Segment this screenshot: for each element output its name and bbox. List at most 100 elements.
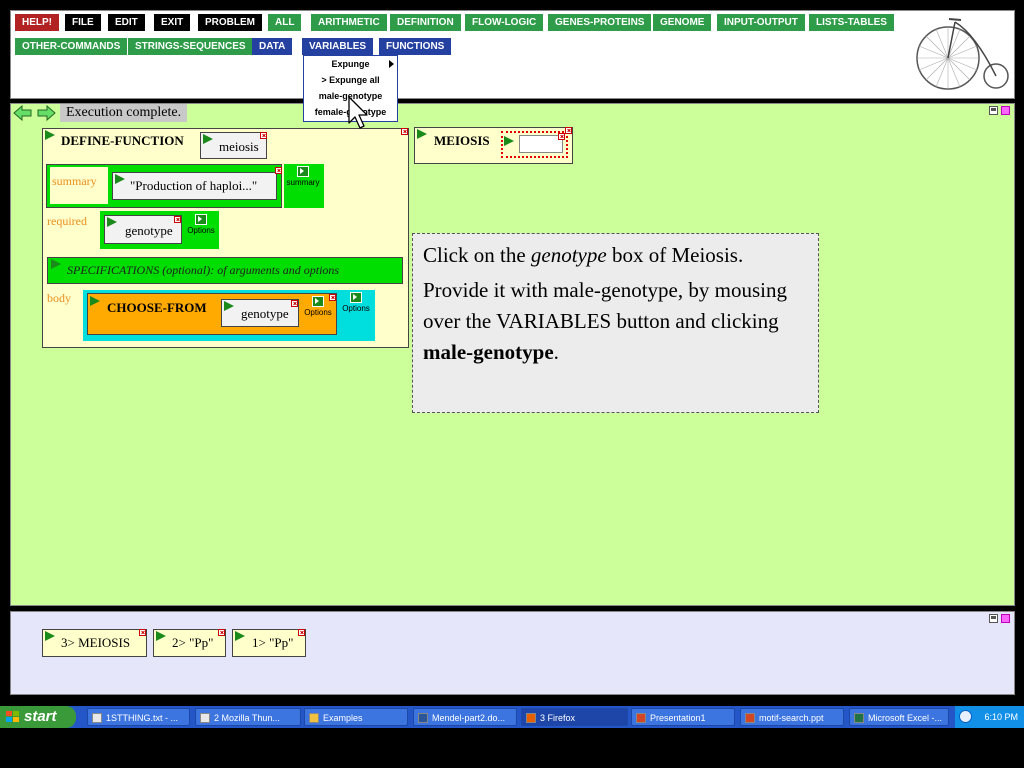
- summary-button[interactable]: summary: [285, 166, 321, 187]
- body-label: body: [47, 291, 71, 305]
- instruction-paragraph: Provide it with male-genotype, by mousin…: [423, 275, 808, 368]
- instruction-box: Click on the genotype box of Meiosis. Pr…: [412, 233, 819, 413]
- arrow-right-icon: [297, 166, 309, 177]
- back-arrow-icon[interactable]: [13, 105, 32, 121]
- options-button[interactable]: Options: [185, 214, 217, 235]
- summary-value: "Production of haploi...": [130, 178, 258, 193]
- flag-icon[interactable]: [504, 136, 514, 146]
- close-icon[interactable]: [1001, 614, 1010, 623]
- strings-sequences-button[interactable]: STRINGS-SEQUENCES: [128, 38, 253, 55]
- edit-button[interactable]: EDIT: [108, 14, 145, 31]
- choose-from-keyword: CHOOSE-FROM: [107, 300, 207, 315]
- taskbar-item[interactable]: Mendel-part2.do...: [413, 708, 517, 726]
- arrow-right-icon: [195, 214, 207, 225]
- menu-item-expunge[interactable]: Expunge: [304, 56, 397, 72]
- menu-item-label: Expunge: [331, 59, 370, 69]
- navigation-arrows: [13, 105, 56, 121]
- flag-icon[interactable]: [45, 631, 55, 641]
- delete-icon[interactable]: [260, 132, 267, 139]
- variables-button[interactable]: VARIABLES: [302, 38, 374, 55]
- start-button[interactable]: start: [0, 706, 76, 728]
- flag-icon[interactable]: [224, 301, 234, 311]
- menu-item-expunge-all[interactable]: > Expunge all: [304, 72, 397, 88]
- history-item-label: 1> "Pp": [252, 635, 294, 650]
- lists-tables-button[interactable]: LISTS-TABLES: [809, 14, 894, 31]
- powerpoint-icon: [636, 713, 646, 723]
- delete-icon[interactable]: [401, 128, 408, 135]
- history-item-label: 2> "Pp": [172, 635, 214, 650]
- taskbar-item[interactable]: motif-search.ppt: [740, 708, 844, 726]
- options-label: Options: [342, 304, 370, 313]
- flow-logic-button[interactable]: FLOW-LOGIC: [465, 14, 544, 31]
- data-button[interactable]: DATA: [252, 38, 293, 55]
- taskbar-item[interactable]: 2 Mozilla Thun...: [195, 708, 301, 726]
- taskbar-item-label: Examples: [323, 713, 363, 723]
- delete-icon[interactable]: [298, 629, 305, 636]
- delete-icon[interactable]: [275, 167, 282, 174]
- execute-flag-icon[interactable]: [45, 130, 55, 140]
- genome-button[interactable]: GENOME: [653, 14, 712, 31]
- flag-icon[interactable]: [156, 631, 166, 641]
- notepad-icon: [92, 713, 102, 723]
- taskbar-item[interactable]: 1STTHING.txt - ...: [87, 708, 190, 726]
- menu-item-label: > Expunge all: [321, 75, 380, 85]
- function-name: meiosis: [219, 139, 259, 154]
- options-label: Options: [187, 226, 215, 235]
- close-icon[interactable]: [1001, 106, 1010, 115]
- options-label: Options: [304, 308, 332, 317]
- genes-proteins-button[interactable]: GENES-PROTEINS: [548, 14, 652, 31]
- define-function-keyword: DEFINE-FUNCTION: [61, 133, 184, 148]
- functions-button[interactable]: FUNCTIONS: [379, 38, 452, 55]
- flag-icon[interactable]: [115, 174, 125, 184]
- delete-icon[interactable]: [174, 216, 181, 223]
- taskbar-item-label: Presentation1: [650, 713, 706, 723]
- excel-icon: [854, 713, 864, 723]
- taskbar-item[interactable]: Examples: [304, 708, 408, 726]
- thunderbird-icon: [200, 713, 210, 723]
- taskbar-item[interactable]: Presentation1: [631, 708, 735, 726]
- powerpoint-icon: [745, 713, 755, 723]
- forward-arrow-icon[interactable]: [37, 105, 56, 121]
- taskbar-item[interactable]: Microsoft Excel -...: [849, 708, 949, 726]
- file-button[interactable]: FILE: [65, 14, 101, 31]
- flag-icon[interactable]: [203, 134, 213, 144]
- firefox-icon: [526, 713, 536, 723]
- flag-icon[interactable]: [235, 631, 245, 641]
- flag-icon[interactable]: [107, 217, 117, 227]
- word-icon: [418, 713, 428, 723]
- arrow-right-icon: [312, 296, 324, 307]
- all-button[interactable]: ALL: [268, 14, 302, 31]
- input-output-button[interactable]: INPUT-OUTPUT: [717, 14, 805, 31]
- submenu-arrow-icon: [389, 60, 394, 68]
- delete-icon[interactable]: [565, 127, 572, 134]
- delete-icon[interactable]: [558, 133, 565, 140]
- system-tray: 6:10 PM: [955, 706, 1024, 728]
- mouse-cursor-icon: [348, 96, 368, 129]
- definition-button[interactable]: DEFINITION: [390, 14, 461, 31]
- instruction-paragraph: Click on the genotype box of Meiosis.: [423, 240, 808, 271]
- flag-icon[interactable]: [51, 259, 61, 269]
- maximize-icon[interactable]: [989, 106, 998, 115]
- summary-label: summary: [52, 174, 97, 188]
- options-button[interactable]: Options: [340, 292, 372, 313]
- tray-expand-icon[interactable]: [959, 710, 972, 723]
- problem-button[interactable]: PROBLEM: [198, 14, 262, 31]
- delete-icon[interactable]: [291, 300, 298, 307]
- taskbar-item-label: Microsoft Excel -...: [868, 713, 943, 723]
- status-message: Execution complete.: [60, 104, 188, 122]
- delete-icon[interactable]: [218, 629, 225, 636]
- history-item-label: 3> MEIOSIS: [61, 635, 131, 650]
- exit-button[interactable]: EXIT: [154, 14, 191, 31]
- flag-icon[interactable]: [90, 296, 100, 306]
- taskbar-item[interactable]: 3 Firefox: [521, 708, 628, 726]
- help-button[interactable]: HELP!: [15, 14, 59, 31]
- delete-icon[interactable]: [139, 629, 146, 636]
- options-button[interactable]: Options: [302, 296, 334, 317]
- other-commands-button[interactable]: OTHER-COMMANDS: [15, 38, 128, 55]
- instruction-text: box of Meiosis.: [606, 243, 744, 267]
- flag-icon[interactable]: [417, 129, 427, 139]
- arithmetic-button[interactable]: ARITHMETIC: [311, 14, 387, 31]
- windows-logo-icon: [6, 711, 19, 722]
- genotype-input[interactable]: [519, 135, 563, 153]
- maximize-icon[interactable]: [989, 614, 998, 623]
